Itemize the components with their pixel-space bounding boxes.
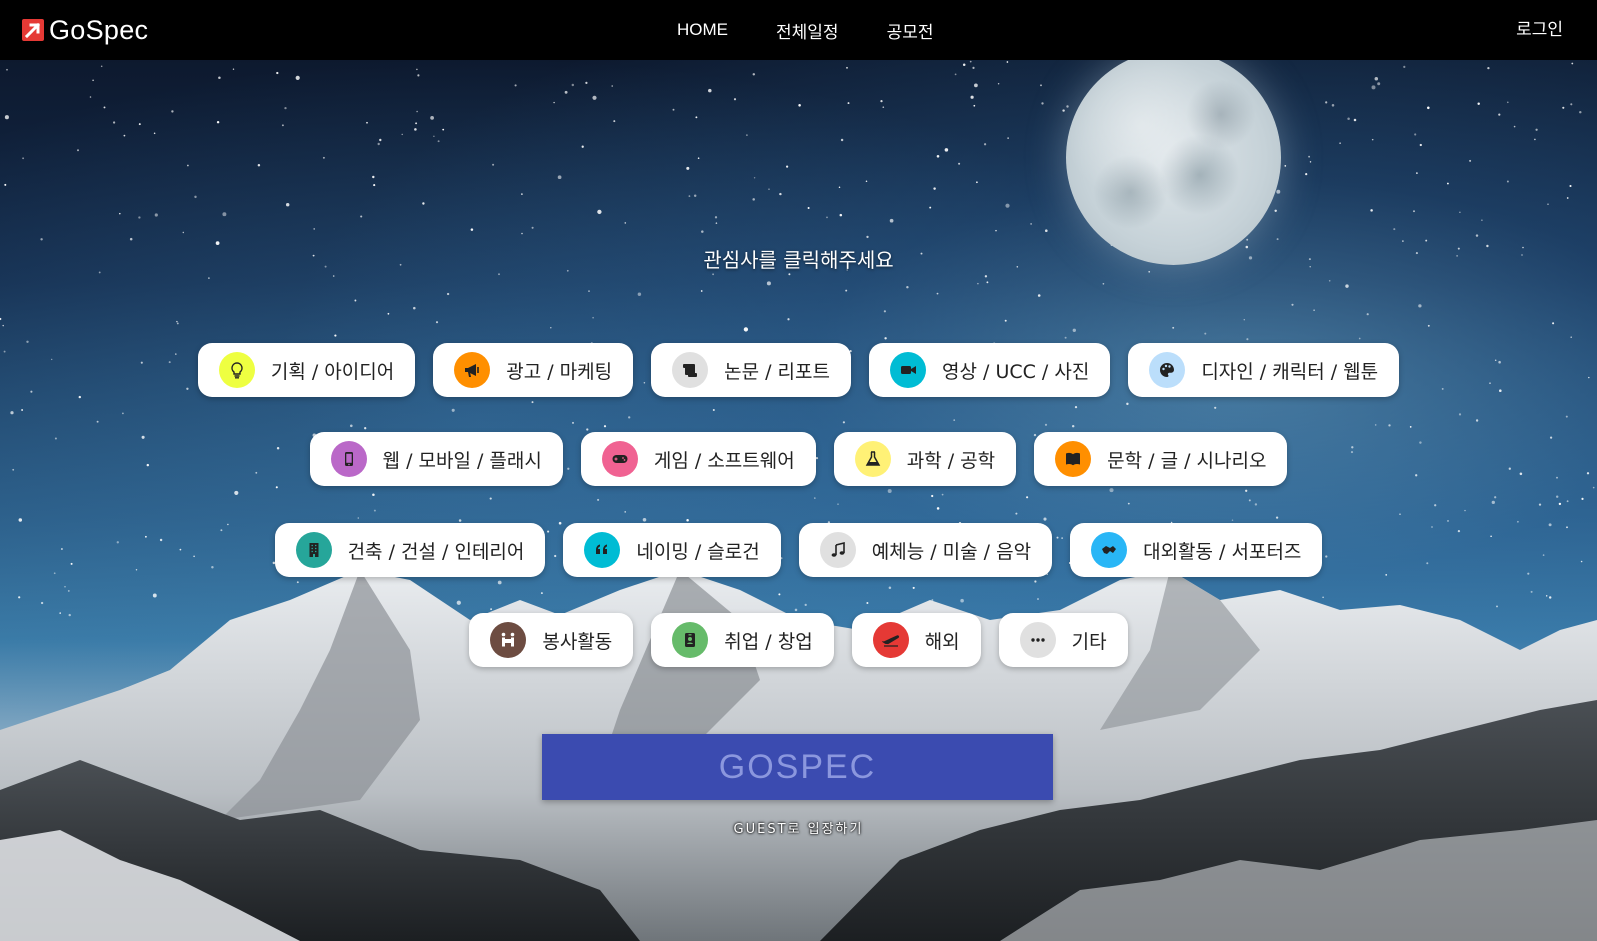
category-chip[interactable]: 게임 / 소프트웨어 bbox=[580, 432, 816, 486]
category-chip-label: 기획 / 아이디어 bbox=[270, 360, 395, 383]
category-chip[interactable]: 과학 / 공학 bbox=[833, 432, 1017, 486]
category-chip-label: 과학 / 공학 bbox=[906, 449, 996, 472]
category-chip[interactable]: 해외 bbox=[851, 613, 981, 667]
video-camera-icon bbox=[890, 352, 926, 388]
guest-entry-link[interactable]: GUEST로 입장하기 bbox=[0, 818, 1597, 837]
category-chip[interactable]: 디자인 / 캐릭터 / 웹툰 bbox=[1128, 343, 1400, 397]
category-chip-label: 취업 / 창업 bbox=[724, 630, 813, 653]
category-row: 건축 / 건설 / 인테리어 네이밍 / 슬로건 예체능 / 미술 / 음악 대외활동… bbox=[0, 523, 1597, 577]
moon-image bbox=[1066, 50, 1281, 265]
gamepad-icon bbox=[601, 441, 638, 477]
category-chip[interactable]: 취업 / 창업 bbox=[651, 613, 834, 667]
category-chip-label: 광고 / 마케팅 bbox=[506, 360, 613, 383]
scroll-icon bbox=[672, 352, 709, 388]
category-chip[interactable]: 웹 / 모바일 / 플래시 bbox=[309, 432, 563, 486]
gospec-button[interactable]: GOSPEC bbox=[542, 734, 1053, 800]
category-chip[interactable]: 대외활동 / 서포터즈 bbox=[1070, 523, 1323, 577]
category-chip[interactable]: 예체능 / 미술 / 음악 bbox=[798, 523, 1053, 577]
login-link[interactable]: 로그인 bbox=[1516, 0, 1563, 60]
category-row: 봉사활동 취업 / 창업 해외 기타 bbox=[0, 613, 1597, 667]
category-chip-label: 네이밍 / 슬로건 bbox=[636, 540, 760, 563]
category-chip[interactable]: 문학 / 글 / 시나리오 bbox=[1034, 432, 1288, 486]
category-chip-label: 게임 / 소프트웨어 bbox=[653, 449, 795, 472]
category-chip-label: 기타 bbox=[1071, 630, 1107, 653]
plane-icon bbox=[872, 622, 909, 658]
category-chip-label: 영상 / UCC / 사진 bbox=[942, 360, 1090, 383]
brand-name: GoSpec bbox=[49, 14, 149, 45]
book-icon bbox=[1055, 441, 1092, 477]
category-chip[interactable]: 기획 / 아이디어 bbox=[197, 343, 416, 397]
brand-logo[interactable]: GoSpec bbox=[22, 12, 148, 48]
category-chip[interactable]: 논문 / 리포트 bbox=[651, 343, 851, 397]
category-row: 기획 / 아이디어 광고 / 마케팅 논문 / 리포트 영상 / UCC / 사진 디자… bbox=[0, 343, 1597, 397]
category-chip-label: 웹 / 모바일 / 플래시 bbox=[382, 449, 542, 472]
people-carry-icon bbox=[490, 622, 527, 658]
lightbulb-icon bbox=[218, 352, 255, 388]
category-chip[interactable]: 광고 / 마케팅 bbox=[433, 343, 634, 397]
category-chip-label: 디자인 / 캐릭터 / 웹툰 bbox=[1201, 360, 1379, 383]
category-chip-label: 봉사활동 bbox=[542, 630, 613, 653]
quote-icon bbox=[584, 532, 621, 568]
category-row: 웹 / 모바일 / 플래시 게임 / 소프트웨어 과학 / 공학 문학 / 글 / 시… bbox=[0, 432, 1597, 486]
id-badge-icon bbox=[672, 622, 709, 658]
category-chip[interactable]: 기타 bbox=[998, 613, 1128, 667]
category-chip-label: 대외활동 / 서포터즈 bbox=[1143, 540, 1302, 563]
top-navigation-bar: GoSpec HOME 전체일정 공모전 로그인 bbox=[0, 0, 1597, 60]
megaphone-icon bbox=[454, 352, 491, 388]
category-chip-label: 문학 / 글 / 시나리오 bbox=[1107, 449, 1267, 472]
palette-icon bbox=[1149, 352, 1186, 388]
building-icon bbox=[295, 532, 332, 568]
category-chip-label: 논문 / 리포트 bbox=[724, 360, 830, 383]
flask-icon bbox=[854, 441, 891, 477]
nav-item-contest[interactable]: 공모전 bbox=[887, 18, 934, 43]
category-chip[interactable]: 네이밍 / 슬로건 bbox=[563, 523, 781, 577]
interest-prompt: 관심사를 클릭해주세요 bbox=[703, 248, 894, 272]
category-chip[interactable]: 영상 / UCC / 사진 bbox=[869, 343, 1111, 397]
category-chip[interactable]: 건축 / 건설 / 인테리어 bbox=[274, 523, 546, 577]
arrow-up-right-icon bbox=[22, 19, 44, 41]
nav-item-home[interactable]: HOME bbox=[677, 20, 728, 40]
main-nav: HOME 전체일정 공모전 bbox=[677, 0, 981, 60]
category-chip[interactable]: 봉사활동 bbox=[469, 613, 634, 667]
mobile-phone-icon bbox=[330, 441, 367, 477]
gospec-button-label: GOSPEC bbox=[718, 747, 877, 786]
music-note-icon bbox=[819, 532, 856, 568]
nav-item-full-schedule[interactable]: 전체일정 bbox=[776, 18, 839, 43]
category-chip-label: 해외 bbox=[924, 630, 960, 653]
category-chip-label: 건축 / 건설 / 인테리어 bbox=[347, 540, 525, 563]
ellipsis-icon bbox=[1019, 622, 1056, 658]
handshake-icon bbox=[1091, 532, 1128, 568]
category-chip-label: 예체능 / 미술 / 음악 bbox=[871, 540, 1032, 563]
